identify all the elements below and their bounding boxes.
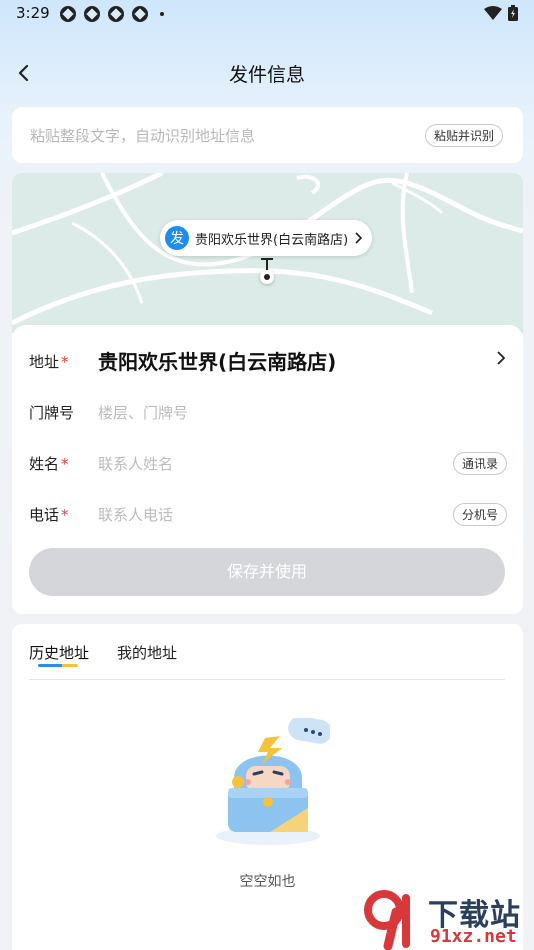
map-sheet-edge — [12, 325, 523, 333]
notification-icon — [84, 6, 100, 22]
map-view[interactable]: 发 贵阳欢乐世界(白云南路店) — [12, 173, 523, 333]
extension-button[interactable]: 分机号 — [452, 503, 507, 526]
status-right — [484, 5, 518, 21]
house-number-row: 门牌号 楼层、门牌号 — [12, 387, 523, 437]
status-time: 3:29 — [16, 4, 50, 22]
name-label: 姓名 * — [29, 455, 69, 473]
watermark: 下载站 91xz.net — [362, 888, 534, 950]
map-pin-icon — [260, 270, 274, 284]
paste-card: 粘贴整段文字，自动识别地址信息 粘贴并识别 — [12, 107, 523, 163]
name-row: 姓名 * 联系人姓名 通讯录 — [12, 438, 523, 488]
wifi-icon — [484, 6, 502, 20]
more-notifications-icon — [160, 12, 164, 16]
sender-badge-icon: 发 — [165, 226, 189, 250]
tab-history-address[interactable]: 历史地址 — [29, 642, 89, 663]
required-mark: * — [61, 353, 69, 371]
house-number-input[interactable]: 楼层、门牌号 — [98, 402, 188, 423]
navigation-bar: 发件信息 — [0, 50, 534, 96]
notification-icon — [108, 6, 124, 22]
active-tab-indicator — [38, 664, 78, 667]
location-pin-bubble[interactable]: 发 贵阳欢乐世界(白云南路店) — [160, 220, 373, 256]
contacts-button[interactable]: 通讯录 — [452, 452, 507, 475]
tab-my-address[interactable]: 我的地址 — [117, 642, 177, 663]
notification-icon — [132, 6, 148, 22]
pin-location-label: 贵阳欢乐世界(白云南路店) — [195, 232, 349, 248]
phone-label: 电话 * — [29, 506, 69, 524]
page-title: 发件信息 — [228, 64, 305, 86]
notification-icon — [60, 6, 76, 22]
status-bar: 3:29 — [0, 0, 534, 30]
chevron-right-icon — [497, 351, 506, 365]
watermark-logo-icon — [364, 890, 410, 950]
watermark-url: 91xz.net — [430, 926, 517, 947]
address-form-card: 发 贵阳欢乐世界(白云南路店) 地址 * 贵阳欢乐世界(白云南路店) 门牌号 楼层… — [12, 173, 523, 614]
required-mark: * — [61, 506, 69, 524]
required-mark: * — [61, 455, 69, 473]
phone-input[interactable]: 联系人电话 — [98, 504, 173, 525]
house-number-label: 门牌号 — [29, 404, 75, 422]
chevron-right-icon — [355, 232, 363, 244]
notification-icons — [60, 6, 164, 22]
paste-recognize-button[interactable]: 粘贴并识别 — [425, 124, 504, 147]
battery-icon — [508, 5, 518, 21]
name-input[interactable]: 联系人姓名 — [98, 453, 173, 474]
tabs-divider — [29, 679, 505, 680]
address-label: 地址 * — [29, 353, 69, 371]
address-value: 贵阳欢乐世界(白云南路店) — [98, 350, 337, 374]
paste-input[interactable]: 粘贴整段文字，自动识别地址信息 — [30, 125, 255, 146]
save-and-use-button[interactable]: 保存并使用 — [29, 548, 505, 596]
empty-state-illustration — [216, 718, 330, 845]
phone-row: 电话 * 联系人电话 分机号 — [12, 489, 523, 539]
address-row[interactable]: 地址 * 贵阳欢乐世界(白云南路店) — [12, 336, 523, 386]
